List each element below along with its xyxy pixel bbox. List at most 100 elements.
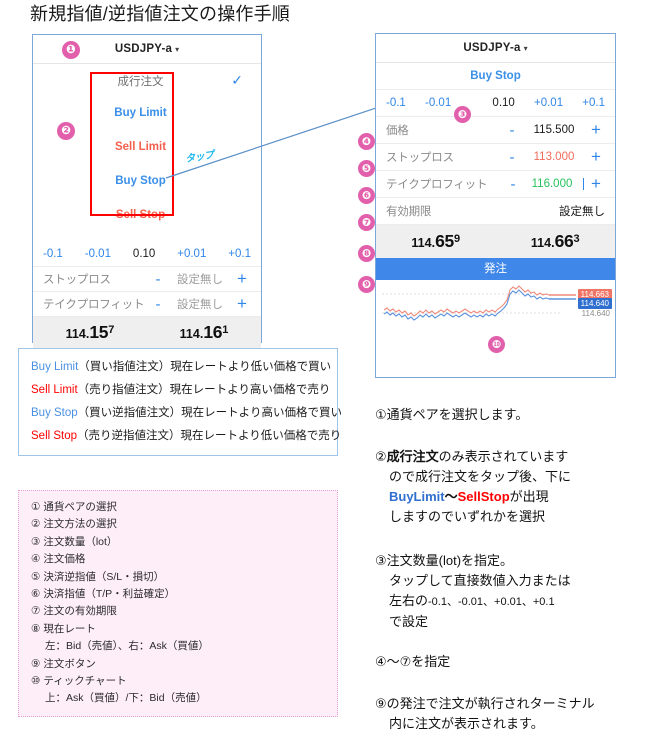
- lot-plus-0.1[interactable]: +0.1: [228, 248, 251, 260]
- price-plus-button[interactable]: +: [587, 120, 605, 140]
- legend-key-2: Buy Stop: [31, 407, 78, 419]
- ask-price-right[interactable]: 114.663: [496, 231, 616, 252]
- right-takeprofit-row[interactable]: テイクプロフィット - 116.000 +: [376, 171, 615, 198]
- chevron-down-icon[interactable]: ▾: [175, 45, 179, 54]
- expiry-value[interactable]: 設定無し: [559, 203, 605, 219]
- step-marker-10: ❿: [488, 336, 505, 353]
- selected-order-type[interactable]: Buy Stop: [470, 70, 520, 82]
- currency-pair-label-right[interactable]: USDJPY-a: [463, 42, 520, 54]
- step-marker-8: ❽: [358, 245, 375, 262]
- step-marker-4: ❹: [358, 133, 375, 150]
- explanation-1: ①通貨ペアを選択します。: [375, 405, 658, 425]
- explanation-2-line-3: BuyLimit〜SellStopが出現: [375, 487, 658, 507]
- e2-appear: が出現: [509, 489, 549, 504]
- order-type-highlight-box: [90, 72, 174, 216]
- takeprofit-value-right[interactable]: 116.000: [522, 178, 582, 190]
- bid-major: 15: [89, 322, 109, 342]
- stoploss-minus-button-right[interactable]: -: [503, 149, 521, 166]
- takeprofit-minus-button[interactable]: -: [149, 296, 167, 313]
- stoploss-plus-button-right[interactable]: +: [587, 147, 605, 167]
- lot-minus-0.1-right[interactable]: -0.1: [386, 97, 406, 109]
- left-takeprofit-row[interactable]: テイクプロフィット - 設定無し +: [33, 292, 261, 317]
- ask-integer-right: 114.: [530, 236, 555, 250]
- bid-pip-right: 9: [453, 233, 461, 245]
- step-marker-7: ❼: [358, 214, 375, 231]
- list-item: ① 通貨ペアの選択: [31, 501, 117, 513]
- e2-buylimit: BuyLimit: [389, 489, 445, 504]
- legend-row-1: Sell Limit（売り指値注文）現在レートより高い価格で売り: [31, 379, 330, 402]
- takeprofit-plus-button-right[interactable]: +: [587, 174, 605, 194]
- lot-minus-0.01[interactable]: -0.01: [85, 248, 111, 260]
- bid-pip: 7: [108, 324, 115, 336]
- right-order-type-row[interactable]: Buy Stop: [376, 63, 615, 90]
- stoploss-value-right[interactable]: 113.000: [521, 151, 587, 163]
- left-stoploss-row[interactable]: ストップロス - 設定無し +: [33, 267, 261, 292]
- page-root: 新規指値/逆指値注文の操作手順 USDJPY-a ▾ 成行注文 ✓ Buy Lim…: [0, 0, 658, 756]
- right-stoploss-row[interactable]: ストップロス - 113.000 +: [376, 144, 615, 171]
- takeprofit-plus-button[interactable]: +: [233, 294, 251, 314]
- stoploss-plus-button[interactable]: +: [233, 269, 251, 289]
- takeprofit-label-right: テイクプロフィット: [386, 179, 488, 191]
- ask-pip-right: 3: [573, 233, 580, 245]
- right-lot-stepper[interactable]: -0.1 -0.01 0.10 +0.01 +0.1: [376, 90, 615, 117]
- step-marker-6: ❻: [358, 187, 375, 204]
- lot-value-right[interactable]: 0.10: [470, 97, 514, 109]
- takeprofit-label: テイクプロフィット: [43, 299, 145, 311]
- lot-minus-0.01-right[interactable]: -0.01: [425, 97, 451, 109]
- chevron-down-icon-right[interactable]: ▾: [524, 44, 528, 53]
- stoploss-value[interactable]: 設定無し: [167, 271, 233, 287]
- takeprofit-value[interactable]: 設定無し: [167, 296, 233, 312]
- price-value[interactable]: 115.500: [521, 124, 587, 136]
- step-marker-5: ❺: [358, 160, 375, 177]
- list-item: ④ 注文価格: [31, 553, 86, 566]
- list-item: ⑩ ティックチャート: [31, 675, 127, 688]
- legend-row-3: Sell Stop（売り逆指値注文）現在レートより低い価格で売り: [31, 425, 341, 448]
- lot-plus-0.1-right[interactable]: +0.1: [582, 97, 605, 109]
- bid-integer: 114.: [65, 327, 90, 341]
- explanation-3-line-4: で設定: [389, 614, 429, 629]
- stoploss-label-right: ストップロス: [386, 152, 454, 164]
- list-item: ⑨ 注文ボタン: [31, 657, 96, 670]
- bid-price[interactable]: 114.157: [33, 322, 147, 343]
- stoploss-minus-button[interactable]: -: [149, 271, 167, 288]
- submit-order-button[interactable]: 発注: [376, 258, 615, 280]
- legend-text-0: （買い指値注文）現在レートより低い価格で買い: [78, 361, 332, 373]
- legend-row-0: Buy Limit（買い指値注文）現在レートより低い価格で買い: [31, 356, 331, 379]
- bid-price-right[interactable]: 114.659: [376, 231, 496, 252]
- explanation-2-line-4: しますのでいずれかを選択: [389, 509, 546, 524]
- list-item: ⑥ 決済指値（T/P・利益確定）: [31, 588, 176, 601]
- ask-price[interactable]: 114.161: [147, 322, 261, 343]
- ask-major: 16: [203, 322, 223, 342]
- left-lot-stepper[interactable]: -0.1 -0.01 0.10 +0.01 +0.1: [33, 241, 261, 267]
- ask-major-right: 66: [554, 231, 574, 251]
- lot-minus-0.1[interactable]: -0.1: [43, 248, 63, 260]
- step-marker-2: ❷: [57, 122, 75, 140]
- currency-pair-label[interactable]: USDJPY-a: [115, 43, 172, 55]
- right-order-panel: USDJPY-a ▾ Buy Stop -0.1 -0.01 0.10 +0.01…: [375, 33, 616, 378]
- price-minus-button[interactable]: -: [503, 122, 521, 139]
- e2-sellstop: SellStop: [457, 489, 510, 504]
- expiry-label: 有効期限: [386, 206, 432, 218]
- explanation-3-line-2: タップして直接数値入力または: [389, 573, 571, 588]
- explanation-4-text: ④〜⑦を指定: [375, 654, 451, 669]
- text-cursor: [583, 178, 584, 190]
- list-item: 上：Ask（買値）/下：Bid（売値）: [45, 692, 207, 705]
- step-marker-3: ❸: [454, 106, 471, 123]
- lot-plus-0.01[interactable]: +0.01: [177, 248, 206, 260]
- e2-keyword: 成行注文: [386, 449, 439, 464]
- check-icon: ✓: [231, 72, 243, 88]
- legend-row-2: Buy Stop（買い逆指値注文）現在レートより高い価格で買い: [31, 402, 342, 425]
- explanation-2-line-2: ので成行注文をタップ後、下に: [389, 469, 572, 484]
- legend-text-2: （買い逆指値注文）現在レートより高い価格で買い: [77, 407, 342, 419]
- explanation-4: ④〜⑦を指定: [375, 652, 658, 672]
- explanation-5-line-2: 内に注文が表示されます。: [389, 716, 544, 731]
- list-item: ⑤ 決済逆指値（S/L・損切）: [31, 570, 165, 583]
- price-row[interactable]: 価格 - 115.500 +: [376, 117, 615, 144]
- takeprofit-minus-button-right[interactable]: -: [504, 176, 522, 193]
- lot-plus-0.01-right[interactable]: +0.01: [534, 97, 563, 109]
- stoploss-label: ストップロス: [43, 274, 111, 286]
- numbered-legend-box: ① 通貨ペアの選択 ② 注文方法の選択 ③ 注文数量（lot） ④ 注文価格 ⑤…: [18, 490, 338, 717]
- lot-value[interactable]: 0.10: [133, 248, 155, 260]
- expiry-row[interactable]: 有効期限 設定無し: [376, 198, 615, 225]
- explanation-1-text: ①通貨ペアを選択します。: [375, 407, 529, 422]
